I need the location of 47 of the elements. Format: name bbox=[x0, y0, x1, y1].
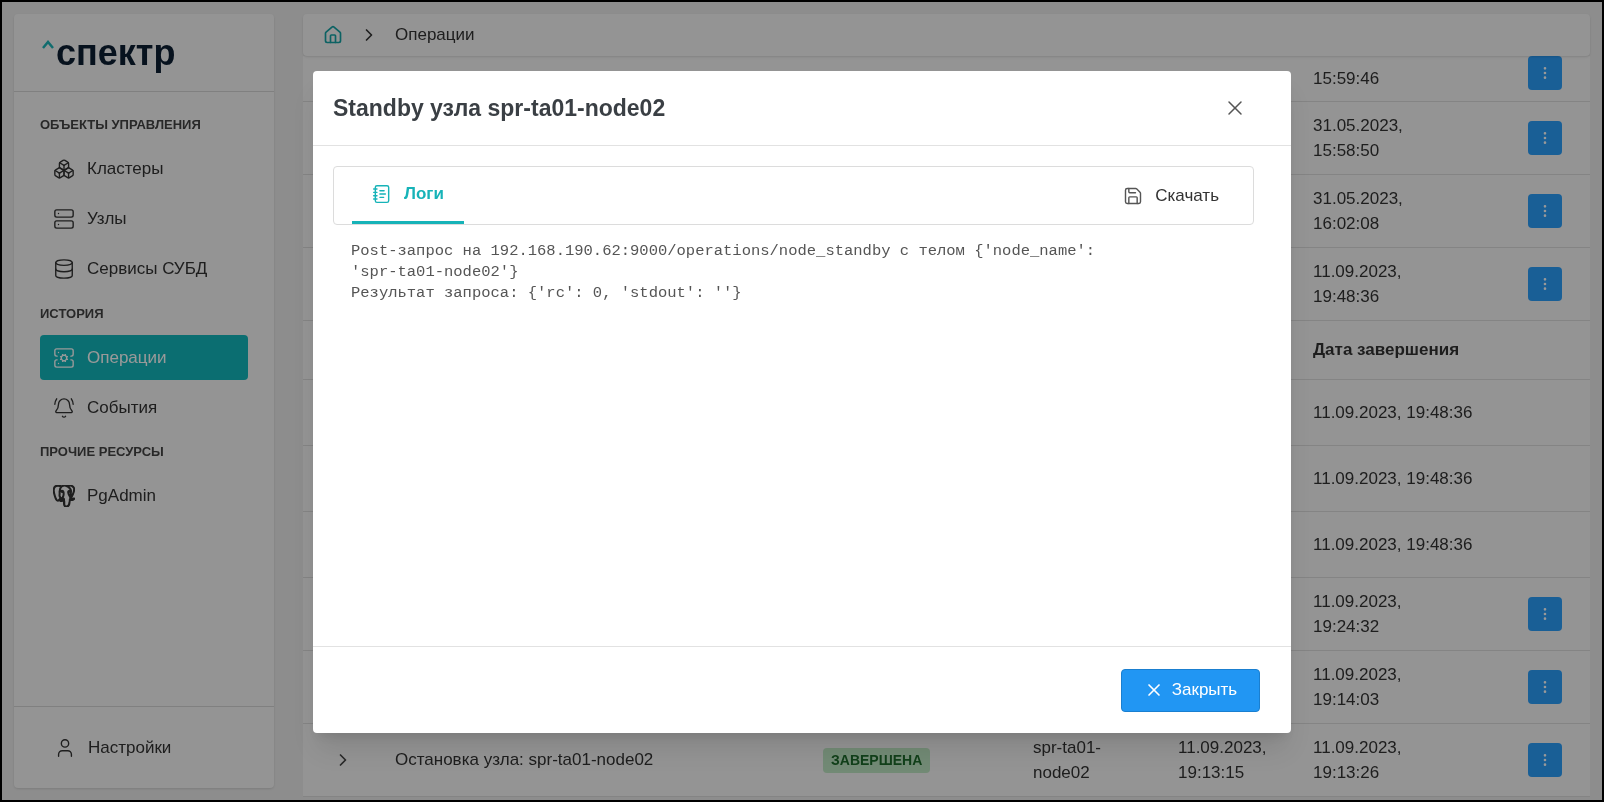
end-date: 31.05.2023, 15:58:50 bbox=[1313, 115, 1403, 160]
more-button[interactable] bbox=[1528, 194, 1562, 228]
nav-item[interactable]: Настройки bbox=[54, 734, 172, 761]
dialog-title: Standby узла spr-ta01-node02 bbox=[333, 93, 666, 123]
close-button[interactable]: Закрыть bbox=[1121, 668, 1260, 712]
more-button[interactable] bbox=[1528, 743, 1562, 777]
start-date: 11.09.2023, 19:13:15 bbox=[1178, 737, 1267, 782]
end-date: 11.09.2023, 19:48:36 bbox=[1313, 468, 1473, 488]
section-title: ОБЪЕКТЫ УПРАВЛЕНИЯ bbox=[40, 116, 202, 134]
end-date: 11.09.2023, 19:48:36 bbox=[1313, 402, 1473, 422]
nav-item[interactable]: Кластеры bbox=[40, 146, 248, 192]
save-icon bbox=[1123, 185, 1144, 206]
elephant-icon bbox=[53, 485, 75, 507]
end-date: 11.09.2023, 19:24:32 bbox=[1313, 591, 1402, 636]
end-date: 11.09.2023, 19:48:36 bbox=[1313, 534, 1473, 554]
end-date: 31.05.2023, 16:02:08 bbox=[1313, 188, 1403, 233]
nav-item[interactable]: Сервисы СУБД bbox=[40, 246, 248, 292]
more-button[interactable] bbox=[1528, 597, 1562, 631]
server-icon bbox=[53, 208, 75, 230]
caret-icon bbox=[42, 40, 54, 49]
more-button[interactable] bbox=[1528, 55, 1562, 90]
server-icon bbox=[53, 346, 75, 369]
section-title: ИСТОРИЯ bbox=[40, 304, 105, 323]
end-date: 15:59:46 bbox=[1313, 68, 1380, 88]
end-date: 11.09.2023, 19:48:36 bbox=[1313, 261, 1402, 306]
nav-item[interactable]: PgAdmin bbox=[40, 473, 248, 519]
download-button[interactable]: Скачать bbox=[1107, 167, 1235, 224]
more-button[interactable] bbox=[1528, 670, 1562, 704]
end-date: 11.09.2023, 19:14:03 bbox=[1313, 664, 1402, 709]
section-title: ПРОЧИЕ РЕСУРСЫ bbox=[40, 443, 165, 461]
status-badge: ЗАВЕРШЕНА bbox=[823, 748, 931, 773]
database-icon bbox=[53, 258, 75, 280]
more-button[interactable] bbox=[1528, 121, 1562, 155]
notebook-icon bbox=[372, 184, 392, 204]
operation-name: Остановка узла: spr-ta01-node02 bbox=[395, 750, 654, 770]
nav-item[interactable]: Узлы bbox=[40, 196, 248, 242]
home-icon[interactable] bbox=[323, 25, 343, 45]
bell-icon bbox=[53, 396, 75, 419]
nav-item[interactable]: События bbox=[40, 385, 248, 430]
log-text: Post-запрос на 192.168.190.62:9000/operations/node_standby с телом {'node_name': 'spr-ta01-node02'} Результат запроса: {'rc': 0, 'stdout': ''} bbox=[350, 241, 1097, 304]
breadcrumb-item[interactable]: Операции bbox=[395, 22, 475, 48]
more-button[interactable] bbox=[1528, 267, 1562, 301]
logo: спектр bbox=[56, 34, 176, 71]
column-header: Дата завершения bbox=[1313, 340, 1460, 360]
node-name: spr-ta01- node02 bbox=[1033, 737, 1102, 782]
end-date: 11.09.2023, 19:13:26 bbox=[1313, 737, 1402, 782]
cluster-icon bbox=[53, 158, 75, 180]
